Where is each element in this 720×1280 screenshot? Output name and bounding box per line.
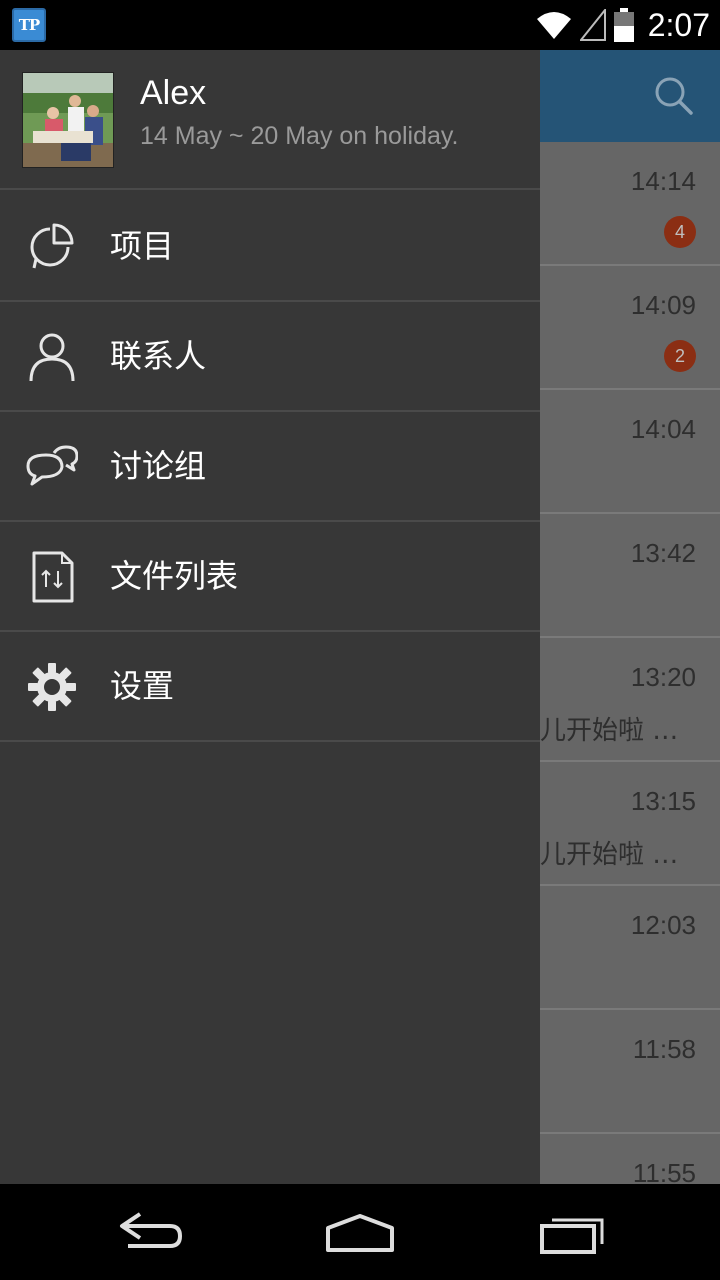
wifi-icon — [536, 12, 571, 39]
list-item[interactable]: 14:09 2 — [540, 266, 720, 390]
list-item-time: 13:20 — [630, 662, 696, 692]
menu-item-label: 联系人 — [110, 337, 207, 375]
menu-item-settings[interactable]: 设置 — [0, 632, 540, 742]
list-item-time: 12:03 — [630, 910, 696, 940]
menu-item-file-list[interactable]: 文件列表 — [0, 522, 540, 632]
list-item-time: 14:09 — [630, 290, 696, 320]
list-item[interactable]: 14:04 — [540, 390, 720, 514]
list-item[interactable]: 14:14 4 — [540, 142, 720, 266]
profile-status: 14 May ~ 20 May on holiday. — [140, 122, 459, 150]
battery-icon — [613, 8, 634, 42]
list-item-time: 13:15 — [630, 786, 696, 816]
list-item[interactable]: 13:20 儿开始啦 … — [540, 638, 720, 762]
chat-bubbles-icon — [26, 445, 78, 486]
menu-item-label: 文件列表 — [110, 557, 239, 595]
menu-item-projects[interactable]: 项目 — [0, 192, 540, 302]
navigation-drawer: Alex 14 May ~ 20 May on holiday. 项目 联系人 … — [0, 50, 540, 1184]
list-item-time: 14:14 — [630, 166, 696, 196]
conversation-list-background: 14:14 4 14:09 2 14:04 13:42 13:20 儿开始啦 …… — [540, 50, 720, 1184]
menu-item-discussion-groups[interactable]: 讨论组 — [0, 412, 540, 522]
main-header — [540, 50, 720, 142]
profile-name: Alex — [140, 74, 207, 112]
menu-item-contacts[interactable]: 联系人 — [0, 302, 540, 412]
list-item-time: 14:04 — [630, 414, 696, 444]
list-item[interactable]: 12:03 — [540, 886, 720, 1010]
menu-item-label: 讨论组 — [110, 447, 207, 485]
gear-icon — [28, 663, 76, 711]
menu-item-label: 设置 — [110, 667, 175, 705]
list-item[interactable]: 13:42 — [540, 514, 720, 638]
status-clock: 2:07 — [647, 6, 710, 43]
search-icon[interactable] — [654, 76, 694, 116]
unread-badge: 4 — [664, 216, 696, 248]
file-transfer-icon — [32, 551, 74, 603]
system-navigation-bar — [0, 1184, 720, 1280]
list-item-preview: 儿开始啦 … — [540, 716, 679, 746]
avatar[interactable] — [22, 72, 114, 168]
menu-item-label: 项目 — [110, 227, 175, 265]
status-bar: TP 2:07 — [0, 0, 720, 50]
list-item-preview: 儿开始啦 … — [540, 840, 679, 870]
list-item-time: 11:55 — [632, 1158, 696, 1184]
back-icon[interactable] — [110, 1206, 190, 1258]
list-item-time: 11:58 — [632, 1034, 696, 1064]
home-icon[interactable] — [320, 1206, 400, 1258]
profile-header[interactable]: Alex 14 May ~ 20 May on holiday. — [0, 50, 540, 190]
list-item[interactable]: 13:15 儿开始啦 … — [540, 762, 720, 886]
status-icons: 2:07 — [536, 0, 710, 50]
signal-icon — [579, 9, 606, 41]
list-item[interactable]: 11:58 — [540, 1010, 720, 1134]
app-notification-icon: TP — [12, 8, 46, 42]
recent-apps-icon[interactable] — [532, 1206, 612, 1258]
list-item[interactable]: 11:55 — [540, 1134, 720, 1184]
list-item-time: 13:42 — [630, 538, 696, 568]
unread-badge: 2 — [664, 340, 696, 372]
person-icon — [29, 333, 75, 382]
pie-chart-icon — [30, 223, 74, 269]
